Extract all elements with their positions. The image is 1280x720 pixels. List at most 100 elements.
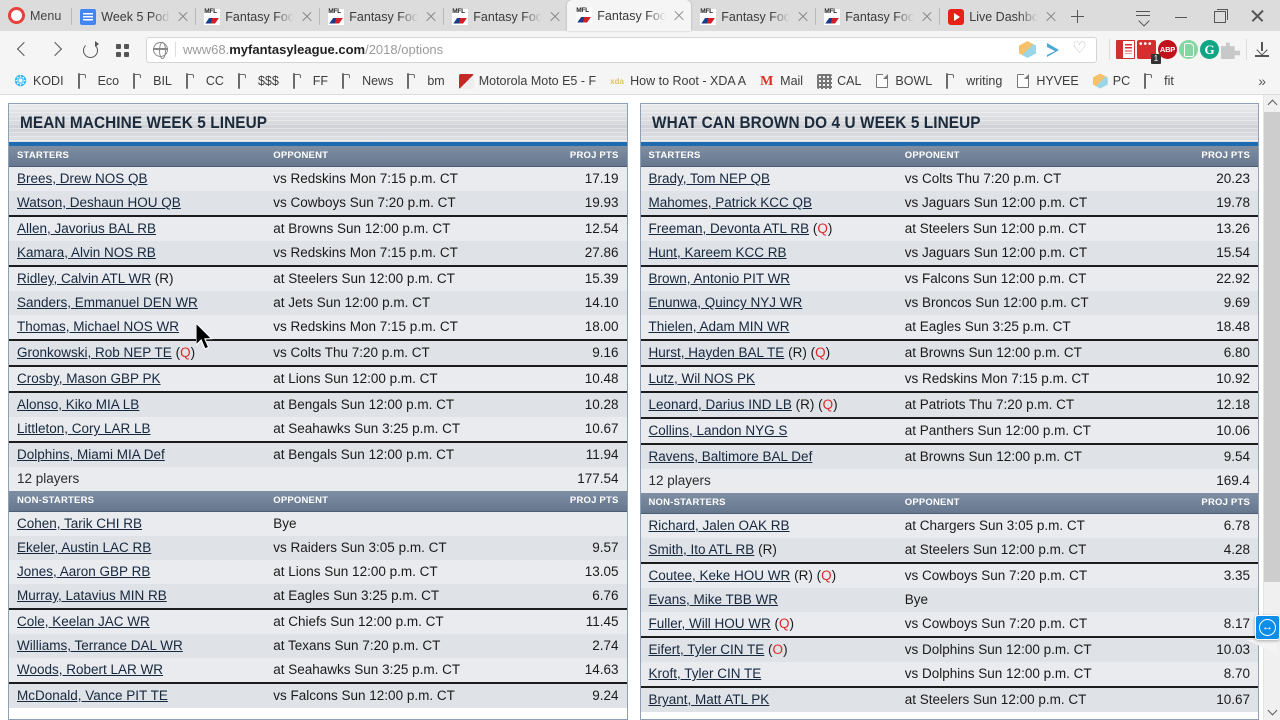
player-link[interactable]: Littleton, Cory LAR LB bbox=[17, 421, 151, 436]
close-window-button[interactable] bbox=[1238, 0, 1276, 31]
player-link[interactable]: Brees, Drew NOS QB bbox=[17, 171, 148, 186]
bookmark-item[interactable]: M Mail bbox=[753, 70, 810, 93]
maximize-button[interactable] bbox=[1200, 0, 1238, 31]
close-tab-icon[interactable] bbox=[919, 9, 935, 25]
bookmark-item[interactable]: CAL bbox=[810, 70, 868, 93]
extension-evernote-icon[interactable] bbox=[1179, 40, 1198, 59]
player-link[interactable]: Mahomes, Patrick KCC QB bbox=[649, 195, 813, 210]
col-non-starters[interactable]: NON-STARTERS bbox=[9, 491, 266, 512]
bookmark-item[interactable]: PC bbox=[1086, 70, 1137, 93]
scroll-down-arrow-icon[interactable] bbox=[1264, 703, 1280, 720]
bookmarks-overflow-icon[interactable]: » bbox=[1250, 73, 1274, 89]
minimize-button[interactable] bbox=[1162, 0, 1200, 31]
player-link[interactable]: Freeman, Devonta ATL RB bbox=[649, 221, 810, 236]
bookmark-item[interactable]: Motorola Moto E5 - F bbox=[452, 70, 603, 93]
scroll-up-arrow-icon[interactable] bbox=[1264, 95, 1280, 112]
col-starters[interactable]: STARTERS bbox=[9, 146, 266, 167]
bookmark-item[interactable]: writing bbox=[939, 70, 1009, 93]
browser-tab[interactable]: Fantasy Foot bbox=[319, 2, 443, 31]
address-bar[interactable]: www68.myfantasyleague.com/2018/options ♡ bbox=[146, 36, 1097, 63]
close-tab-icon[interactable] bbox=[423, 9, 439, 25]
player-link[interactable]: Bryant, Matt ATL PK bbox=[649, 692, 770, 707]
player-link[interactable]: Murray, Latavius MIN RB bbox=[17, 588, 167, 603]
player-link[interactable]: Kamara, Alvin NOS RB bbox=[17, 245, 156, 260]
browser-tab[interactable]: Fantasy Foot bbox=[815, 2, 939, 31]
col-proj-pts[interactable]: PROJ PTS bbox=[521, 146, 627, 167]
col-non-starters[interactable]: NON-STARTERS bbox=[640, 493, 897, 514]
bookmark-item[interactable]: fit bbox=[1137, 70, 1181, 93]
speed-dial-button[interactable] bbox=[107, 34, 138, 65]
forward-button[interactable] bbox=[41, 34, 72, 65]
player-link[interactable]: Thomas, Michael NOS WR bbox=[17, 319, 179, 334]
player-link[interactable]: Dolphins, Miami MIA Def bbox=[17, 447, 165, 462]
bookmark-item[interactable]: BIL bbox=[126, 70, 179, 93]
player-link[interactable]: Woods, Robert LAR WR bbox=[17, 662, 163, 677]
downloads-icon[interactable] bbox=[1253, 40, 1272, 59]
player-link[interactable]: Leonard, Darius IND LB bbox=[649, 397, 792, 412]
scrollbar-thumb[interactable] bbox=[1264, 112, 1280, 582]
heart-icon[interactable]: ♡ bbox=[1071, 41, 1088, 58]
player-link[interactable]: Smith, Ito ATL RB bbox=[649, 542, 755, 557]
back-button[interactable] bbox=[8, 34, 39, 65]
col-opponent[interactable]: OPPONENT bbox=[265, 491, 522, 512]
bookmark-item[interactable]: CC bbox=[179, 70, 231, 93]
player-link[interactable]: Kroft, Tyler CIN TE bbox=[649, 666, 762, 681]
player-link[interactable]: Sanders, Emmanuel DEN WR bbox=[17, 295, 198, 310]
close-tab-icon[interactable] bbox=[671, 8, 687, 24]
bookmark-item[interactable]: $$$ bbox=[231, 70, 286, 93]
player-link[interactable]: Williams, Terrance DAL WR bbox=[17, 638, 183, 653]
bookmark-item[interactable]: xda How to Root - XDA A bbox=[603, 70, 753, 93]
player-link[interactable]: Brown, Antonio PIT WR bbox=[649, 271, 791, 286]
player-link[interactable]: Crosby, Mason GBP PK bbox=[17, 371, 161, 386]
player-link[interactable]: Enunwa, Quincy NYJ WR bbox=[649, 295, 803, 310]
extension-bookmark-icon[interactable] bbox=[1116, 40, 1135, 59]
page-scrollbar-vertical[interactable] bbox=[1247, 95, 1280, 720]
player-link[interactable]: Brady, Tom NEP QB bbox=[649, 171, 771, 186]
new-tab-button[interactable] bbox=[1063, 2, 1091, 31]
player-link[interactable]: Allen, Javorius BAL RB bbox=[17, 221, 156, 236]
browser-tab[interactable]: Fantasy Foot bbox=[691, 2, 815, 31]
player-link[interactable]: Collins, Landon NYG S bbox=[649, 423, 788, 438]
browser-tab[interactable]: Fantasy Foot bbox=[443, 2, 567, 31]
browser-tab[interactable]: Week 5 Podc bbox=[71, 2, 195, 31]
bookmark-item[interactable]: Eco bbox=[71, 70, 127, 93]
player-link[interactable]: Cohen, Tarik CHI RB bbox=[17, 516, 142, 531]
close-tab-icon[interactable] bbox=[1043, 9, 1059, 25]
col-proj-pts[interactable]: PROJ PTS bbox=[1153, 146, 1258, 167]
player-link[interactable]: Richard, Jalen OAK RB bbox=[649, 518, 790, 533]
player-link[interactable]: Hurst, Hayden BAL TE bbox=[649, 345, 785, 360]
player-link[interactable]: Watson, Deshaun HOU QB bbox=[17, 195, 181, 210]
col-opponent[interactable]: OPPONENT bbox=[265, 146, 522, 167]
extension-puzzle-icon[interactable] bbox=[1221, 42, 1240, 59]
teamviewer-icon[interactable] bbox=[1255, 615, 1280, 640]
player-link[interactable]: Gronkowski, Rob NEP TE bbox=[17, 345, 172, 360]
col-starters[interactable]: STARTERS bbox=[640, 146, 897, 167]
bookmark-item[interactable]: bm bbox=[400, 70, 451, 93]
bookmark-item[interactable]: FF bbox=[286, 70, 335, 93]
player-link[interactable]: Eifert, Tyler CIN TE bbox=[649, 642, 765, 657]
close-tab-icon[interactable] bbox=[547, 9, 563, 25]
player-link[interactable]: Thielen, Adam MIN WR bbox=[649, 319, 790, 334]
player-link[interactable]: Coutee, Keke HOU WR bbox=[649, 568, 791, 583]
player-link[interactable]: Ravens, Baltimore BAL Def bbox=[649, 449, 813, 464]
player-link[interactable]: Fuller, Will HOU WR bbox=[649, 616, 771, 631]
player-link[interactable]: Ekeler, Austin LAC RB bbox=[17, 540, 151, 555]
browser-tab[interactable]: Fantasy Foot bbox=[567, 0, 692, 31]
player-link[interactable]: Evans, Mike TBB WR bbox=[649, 592, 779, 607]
opera-menu-button[interactable]: Menu bbox=[0, 0, 71, 31]
close-tab-icon[interactable] bbox=[795, 9, 811, 25]
tab-list-menu-icon[interactable] bbox=[1124, 0, 1162, 31]
bookmark-item[interactable]: HYVEE bbox=[1009, 70, 1085, 93]
col-proj-pts[interactable]: PROJ PTS bbox=[521, 491, 627, 512]
player-link[interactable]: McDonald, Vance PIT TE bbox=[17, 688, 168, 703]
close-tab-icon[interactable] bbox=[175, 9, 191, 25]
cube-icon[interactable] bbox=[1019, 41, 1036, 58]
extension-grammarly-icon[interactable]: G bbox=[1200, 40, 1219, 59]
player-link[interactable]: Lutz, Wil NOS PK bbox=[649, 371, 756, 386]
browser-tab[interactable]: Fantasy Foot bbox=[195, 2, 319, 31]
close-tab-icon[interactable] bbox=[299, 9, 315, 25]
bookmark-item[interactable]: ❂ KODI bbox=[6, 70, 71, 93]
col-proj-pts[interactable]: PROJ PTS bbox=[1153, 493, 1258, 514]
col-opponent[interactable]: OPPONENT bbox=[896, 493, 1153, 514]
col-opponent[interactable]: OPPONENT bbox=[896, 146, 1153, 167]
